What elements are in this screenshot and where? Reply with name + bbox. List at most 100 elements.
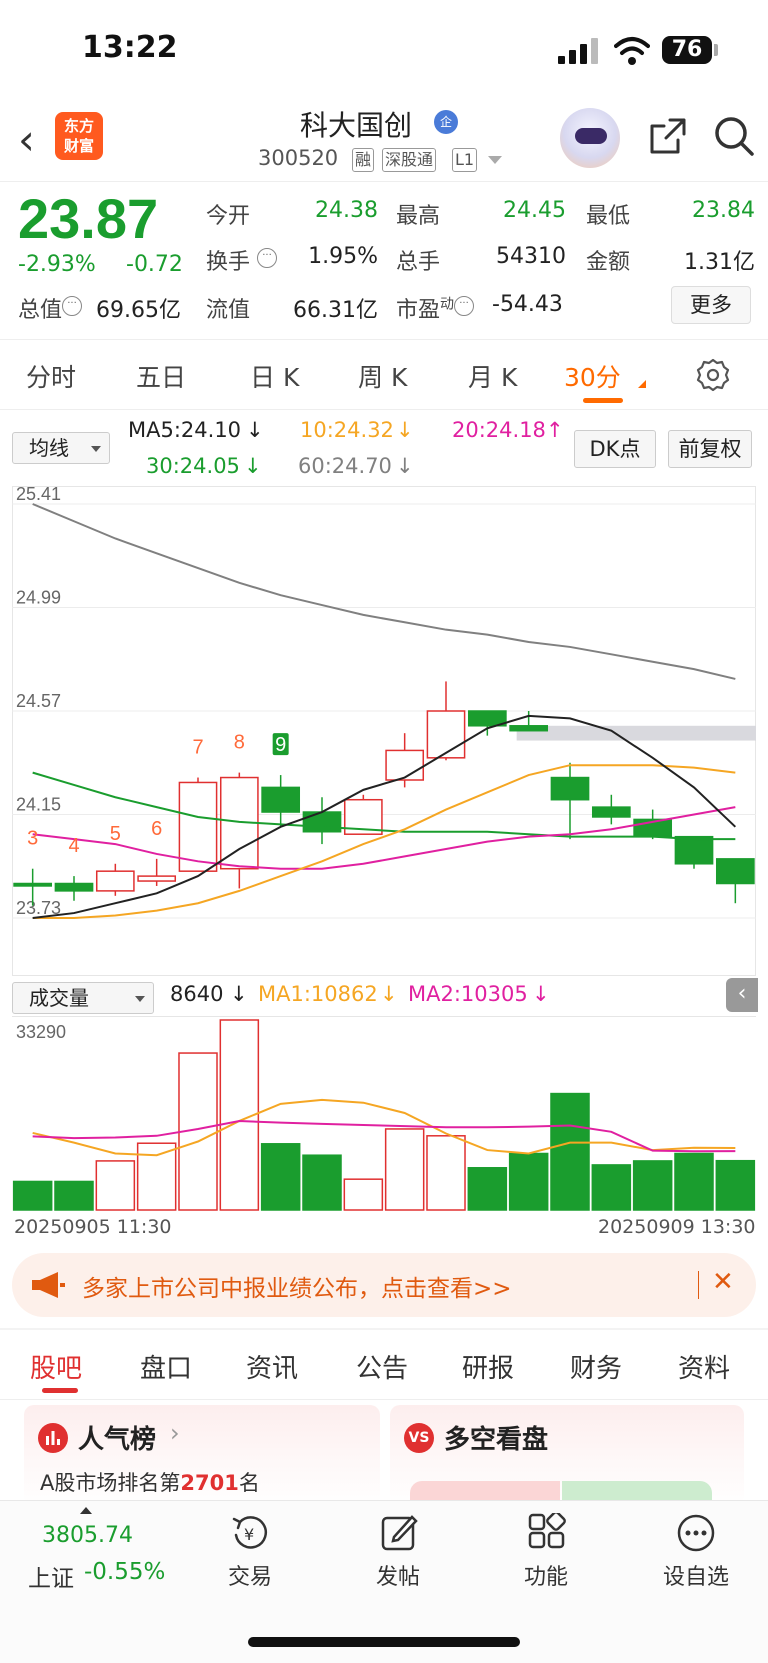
nav-watchlist[interactable]: 设自选 bbox=[656, 1559, 736, 1591]
volume-chart[interactable]: 33290 bbox=[12, 1016, 756, 1212]
volume-select[interactable]: 成交量 bbox=[12, 982, 154, 1014]
chart-icon bbox=[38, 1423, 68, 1453]
tab-week-k[interactable]: 周 K bbox=[358, 358, 407, 394]
volume-bar bbox=[426, 1135, 466, 1211]
date-axis: 20250905 11:30 20250909 13:30 bbox=[0, 1212, 768, 1244]
trade-icon[interactable]: ¥ bbox=[230, 1513, 272, 1553]
sequence-marker: 5 bbox=[110, 823, 121, 845]
app-logo: 东方 财富 bbox=[55, 112, 103, 160]
gear-icon[interactable] bbox=[696, 358, 730, 392]
tag-connect: 深股通 bbox=[382, 148, 437, 172]
volume-bar bbox=[302, 1154, 342, 1211]
down-arrow-icon: ↓ bbox=[396, 418, 414, 442]
tab-orderbook[interactable]: 盘口 bbox=[140, 1348, 192, 1385]
ma60-line bbox=[32, 503, 736, 680]
more-dots-icon[interactable] bbox=[676, 1513, 716, 1553]
svg-text:¥: ¥ bbox=[244, 1525, 254, 1544]
volume-bar bbox=[54, 1180, 94, 1211]
volume-bar bbox=[715, 1159, 756, 1211]
info-icon[interactable]: ··· bbox=[257, 248, 278, 268]
candle bbox=[426, 710, 466, 759]
candle bbox=[13, 882, 53, 887]
ma10-line bbox=[32, 764, 736, 919]
low-label: 最低 bbox=[586, 204, 631, 229]
popularity-card[interactable]: 人气榜 › A股市场排名第2701名 bbox=[24, 1405, 380, 1505]
candle bbox=[178, 781, 218, 872]
subtab-underline bbox=[42, 1388, 78, 1393]
bull-bear-title: 多空看盘 bbox=[444, 1425, 549, 1455]
collapse-left-icon[interactable]: ‹ bbox=[726, 978, 758, 1012]
share-icon[interactable] bbox=[648, 116, 688, 156]
ma5-value: MA5:24.10 bbox=[128, 418, 242, 442]
corner-marker bbox=[638, 380, 646, 388]
vol-ma1-value: MA1:10862 bbox=[258, 982, 378, 1006]
expand-up-icon[interactable] bbox=[80, 1507, 92, 1514]
announcement-banner[interactable]: 多家上市公司中报业绩公布，点击查看>> ✕ bbox=[12, 1253, 756, 1317]
turnover-label-text: 换手 bbox=[206, 250, 251, 275]
total-value-label-text: 总值 bbox=[18, 298, 63, 323]
logo-line2: 财富 bbox=[63, 137, 94, 155]
nav-features[interactable]: 功能 bbox=[514, 1559, 578, 1591]
tab-month-k[interactable]: 月 K bbox=[468, 358, 517, 394]
sequence-marker: 4 bbox=[68, 835, 79, 857]
low-value: 23.84 bbox=[692, 198, 755, 223]
chevron-right-icon: › bbox=[170, 1419, 180, 1447]
popularity-title: 人气榜 bbox=[78, 1425, 157, 1455]
tab-day-k[interactable]: 日 K bbox=[250, 358, 299, 394]
candle bbox=[509, 725, 549, 732]
battery-level: 76 bbox=[662, 36, 712, 64]
tab-research[interactable]: 研报 bbox=[462, 1348, 514, 1385]
volume-legend-row: 成交量 8640 ↓ MA1:10862 ↓ MA2:10305 ↓ ‹ bbox=[0, 976, 768, 1016]
vol-ma2-value: MA2:10305 bbox=[408, 982, 528, 1006]
volume-bar bbox=[508, 1152, 549, 1211]
index-value[interactable]: 3805.74 bbox=[42, 1523, 133, 1548]
adjust-button[interactable]: 前复权 bbox=[668, 430, 752, 468]
total-value-label: 总值 ··· bbox=[18, 292, 83, 324]
tab-profile[interactable]: 资料 bbox=[678, 1348, 730, 1385]
float-label: 流值 bbox=[206, 298, 251, 323]
tab-announcements[interactable]: 公告 bbox=[356, 1348, 408, 1385]
tab-finance[interactable]: 财务 bbox=[570, 1348, 622, 1385]
index-name[interactable]: 上证 bbox=[28, 1559, 74, 1593]
volume-bar bbox=[632, 1160, 673, 1211]
high-value: 24.45 bbox=[503, 198, 566, 223]
nav-post[interactable]: 发帖 bbox=[366, 1559, 430, 1591]
amount-value: 1.31亿 bbox=[684, 250, 755, 275]
info-icon[interactable]: ··· bbox=[454, 296, 475, 316]
more-button[interactable]: 更多 bbox=[671, 286, 751, 324]
tab-news[interactable]: 资讯 bbox=[246, 1348, 298, 1385]
edit-icon[interactable] bbox=[380, 1513, 420, 1553]
status-bar: 13:22 76 bbox=[0, 0, 768, 100]
tab-intraday[interactable]: 分时 bbox=[26, 358, 76, 394]
chevron-down-icon[interactable] bbox=[488, 156, 502, 164]
tab-30min[interactable]: 30分 bbox=[564, 358, 621, 394]
back-icon[interactable]: ‹ bbox=[18, 119, 35, 161]
sequence-marker: 9 bbox=[275, 734, 286, 756]
search-icon[interactable] bbox=[712, 114, 756, 158]
candlestick-chart[interactable]: 25.4124.9924.5724.1523.733 45 67 8 9 bbox=[12, 486, 756, 976]
info-icon[interactable]: ··· bbox=[62, 296, 83, 316]
grid-icon[interactable] bbox=[528, 1513, 566, 1551]
stock-name: 科大国创 bbox=[300, 109, 413, 142]
volume-bar bbox=[260, 1143, 301, 1211]
sequence-marker: 3 bbox=[27, 828, 38, 850]
volume-value: 8640 bbox=[170, 982, 224, 1006]
dk-point-button[interactable]: DK点 bbox=[574, 430, 656, 468]
battery-tip bbox=[714, 44, 718, 56]
candle bbox=[591, 806, 631, 818]
indicator-select[interactable]: 均线 bbox=[12, 432, 110, 464]
tab-five-day[interactable]: 五日 bbox=[136, 358, 186, 394]
tab-forum[interactable]: 股吧 bbox=[30, 1348, 82, 1385]
candle bbox=[550, 776, 590, 801]
tag-level: L1 bbox=[452, 148, 478, 172]
close-icon[interactable]: ✕ bbox=[712, 1267, 734, 1297]
y-tick-label: 24.99 bbox=[16, 588, 61, 608]
banner-text[interactable]: 多家上市公司中报业绩公布，点击查看>> bbox=[82, 1269, 512, 1303]
ma-legend-row: 均线 MA5:24.10 ↓ 10:24.32 ↓ 20:24.18 ↑ 30:… bbox=[0, 412, 768, 492]
date-end: 20250909 13:30 bbox=[598, 1216, 756, 1238]
banner-divider bbox=[698, 1271, 699, 1299]
nav-trade[interactable]: 交易 bbox=[218, 1559, 282, 1591]
bull-bear-card[interactable]: VS 多空看盘 bbox=[390, 1405, 744, 1505]
index-change[interactable]: -0.55% bbox=[84, 1559, 165, 1585]
change-percent: -2.93% bbox=[18, 252, 96, 277]
